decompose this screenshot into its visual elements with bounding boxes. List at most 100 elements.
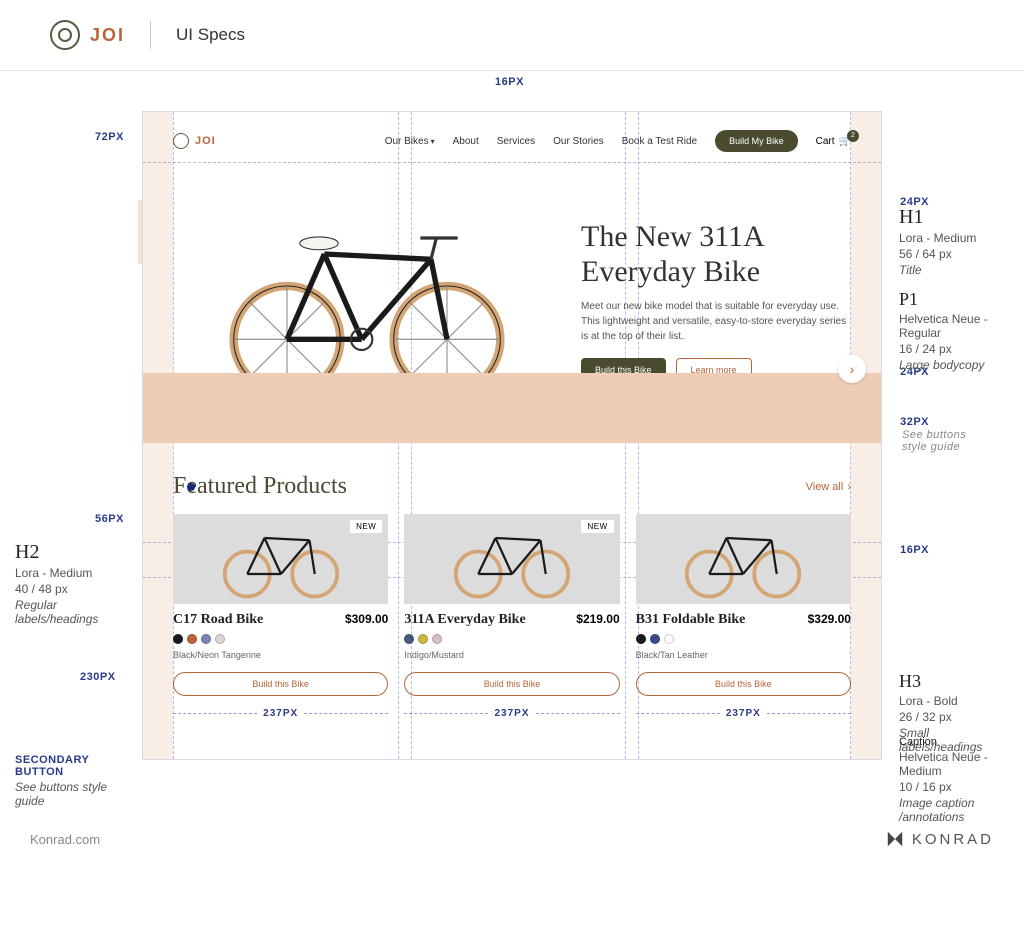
vertical-divider <box>150 21 151 49</box>
site-brand-text: JOI <box>195 135 216 147</box>
product-caption: Indigo/Mustard <box>404 650 619 660</box>
page-footer: Konrad.com KONRAD <box>0 800 1024 858</box>
new-badge: NEW <box>350 520 382 533</box>
typo-h1-font: Lora - Medium <box>899 231 1009 245</box>
typo-caption: Caption Helvetica Neue - Medium 10 / 16 … <box>899 736 1009 824</box>
typo-p1-name: P1 <box>899 289 1009 310</box>
product-name: B31 Foldable Bike <box>636 612 746 628</box>
typo-cap-label: Image caption /annotations <box>899 796 1009 824</box>
anno-230px: 230PX <box>80 671 116 683</box>
typo-p1-size: 16 / 24 px <box>899 342 1009 356</box>
anno-72px: 72PX <box>95 131 124 143</box>
product-card[interactable]: B31 Foldable Bike $329.00 Black/Tan Leathe… <box>636 514 851 696</box>
nav-book[interactable]: Book a Test Ride <box>622 136 697 147</box>
chevron-right-icon: › <box>850 361 855 377</box>
konrad-icon <box>886 830 904 848</box>
product-caption: Black/Neon Tangerine <box>173 650 388 660</box>
swatch[interactable] <box>215 634 225 644</box>
width-237-c: 237PX <box>726 708 761 719</box>
typo-cap-size: 10 / 16 px <box>899 780 1009 794</box>
build-this-bike-button[interactable]: Build this Bike <box>636 672 851 696</box>
swatch[interactable] <box>664 634 674 644</box>
cart-count-badge: 2 <box>847 130 859 142</box>
typo-h2-name: H2 <box>15 541 135 564</box>
card-width-indicators: 237PX 237PX 237PX <box>143 708 881 719</box>
canvas: 16PX 72PX 24PX 24PX 32PX See buttons sty… <box>0 71 1024 800</box>
anno-16px: 16PX <box>495 76 524 88</box>
nav-stories[interactable]: Our Stories <box>553 136 604 147</box>
typo-cap-name: Caption <box>899 736 1009 748</box>
konrad-text: KONRAD <box>912 831 994 848</box>
joi-logo-icon <box>173 133 189 149</box>
swatch[interactable] <box>418 634 428 644</box>
spec-title: UI Specs <box>176 25 245 45</box>
chevron-down-icon: ▾ <box>431 137 435 146</box>
product-name: 311A Everyday Bike <box>404 612 525 628</box>
typo-cap-font: Helvetica Neue - Medium <box>899 750 1009 778</box>
site-logo[interactable]: JOI <box>173 133 216 149</box>
footer-url: Konrad.com <box>30 832 100 847</box>
cart-label: Cart <box>816 136 835 147</box>
new-badge: NEW <box>581 520 613 533</box>
product-image <box>636 514 851 604</box>
bicycle-icon <box>207 190 527 403</box>
width-237-a: 237PX <box>263 708 298 719</box>
build-this-bike-button[interactable]: Build this Bike <box>173 672 388 696</box>
typo-p1-font: Helvetica Neue - Regular <box>899 312 1009 340</box>
product-card[interactable]: NEW C17 Road Bike $309.00 Black/Neon Tanger… <box>173 514 388 696</box>
typo-h1-name: H1 <box>899 206 1009 229</box>
typo-p1-label: Large bodycopy <box>899 358 1009 372</box>
swatch[interactable] <box>173 634 183 644</box>
typo-h2: H2 Lora - Medium 40 / 48 px Regular labe… <box>15 541 135 626</box>
featured-section: Featured Products View all › NEW C17 Road… <box>143 443 881 726</box>
typo-h1-size: 56 / 64 px <box>899 247 1009 261</box>
typo-p1: P1 Helvetica Neue - Regular 16 / 24 px L… <box>899 289 1009 372</box>
cart-button[interactable]: Cart 🛒 2 <box>816 136 851 147</box>
swatch[interactable] <box>650 634 660 644</box>
featured-heading: Featured Products <box>173 473 347 500</box>
typo-h3-name: H3 <box>899 671 1009 692</box>
hero-body: Meet our new bike model that is suitable… <box>581 299 851 344</box>
product-name: C17 Road Bike <box>173 612 263 628</box>
product-image: NEW <box>404 514 619 604</box>
carousel-next-button[interactable]: › <box>838 355 866 383</box>
hero-copy: The New 311A Everyday Bike Meet our new … <box>581 190 851 403</box>
typo-h3-font: Lora - Bold <box>899 694 1009 708</box>
anno-arrow-note: See buttons style guide <box>902 429 982 453</box>
konrad-logo: KONRAD <box>886 830 994 848</box>
anno-56px: 56PX <box>95 513 124 525</box>
hero-bike-image <box>173 190 561 403</box>
typo-h3-size: 26 / 32 px <box>899 710 1009 724</box>
joi-logo-icon <box>50 20 80 50</box>
nav-services[interactable]: Services <box>497 136 535 147</box>
typo-sb-label: See buttons style guide <box>15 780 135 808</box>
anno-32px: 32PX <box>900 416 929 428</box>
width-237-b: 237PX <box>494 708 529 719</box>
spec-header: JOI UI Specs <box>0 0 1024 71</box>
hero-section: The New 311A Everyday Bike Meet our new … <box>143 170 881 403</box>
product-price: $329.00 <box>808 612 851 626</box>
product-price: $309.00 <box>345 612 388 626</box>
product-card[interactable]: NEW 311A Everyday Bike $219.00 Indigo/Musta… <box>404 514 619 696</box>
typo-secondary-btn: SECONDARY BUTTON See buttons style guide <box>15 754 135 808</box>
product-caption: Black/Tan Leather <box>636 650 851 660</box>
nav-about[interactable]: About <box>453 136 479 147</box>
typo-sb-name: SECONDARY BUTTON <box>15 754 135 778</box>
typo-h1-label: Title <box>899 263 1009 277</box>
swatch[interactable] <box>187 634 197 644</box>
nav-our-bikes[interactable]: Our Bikes▾ <box>385 136 435 147</box>
hero-floor-strip: › <box>143 373 881 443</box>
typo-h1: H1 Lora - Medium 56 / 64 px Title <box>899 206 1009 277</box>
build-my-bike-button[interactable]: Build My Bike <box>715 130 798 152</box>
swatch[interactable] <box>404 634 414 644</box>
typo-h2-font: Lora - Medium <box>15 566 135 580</box>
product-price: $219.00 <box>576 612 619 626</box>
anno-16px-b: 16PX <box>900 544 929 556</box>
typo-h2-size: 40 / 48 px <box>15 582 135 596</box>
build-this-bike-button[interactable]: Build this Bike <box>404 672 619 696</box>
color-swatches <box>636 634 851 644</box>
color-swatches <box>404 634 619 644</box>
swatch[interactable] <box>201 634 211 644</box>
view-all-link[interactable]: View all › <box>806 481 851 493</box>
swatch[interactable] <box>432 634 442 644</box>
